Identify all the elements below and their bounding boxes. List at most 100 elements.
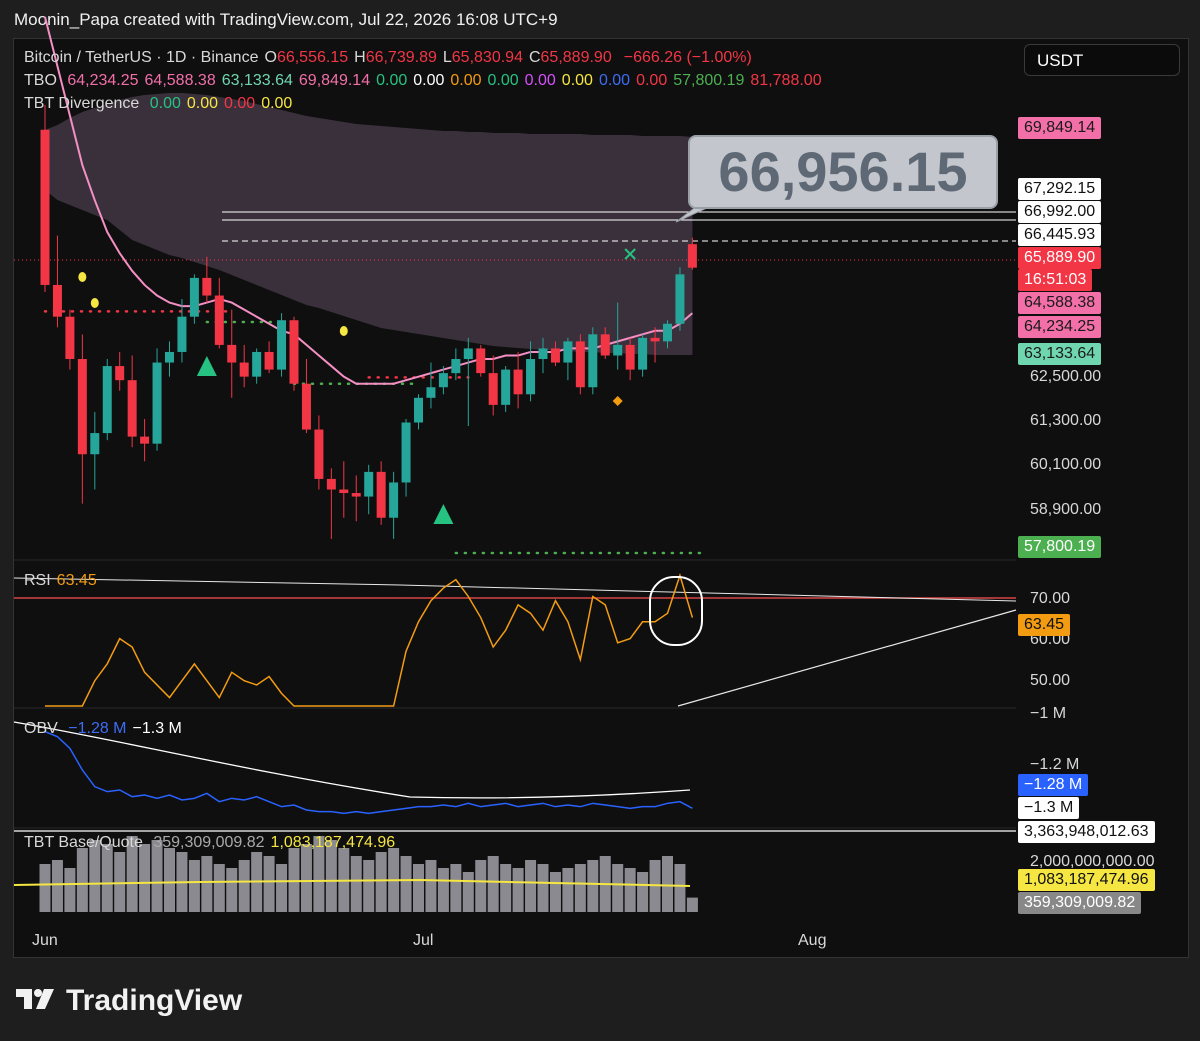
candle-24 <box>339 461 349 518</box>
candle-16 <box>239 344 249 388</box>
bq-bar-25 <box>350 856 362 912</box>
price-axis-label-2: 60,100.00 <box>1030 456 1102 473</box>
bq-tag-1: 1,083,187,474.96 <box>1018 869 1155 891</box>
price-tag-0: 69,849.14 <box>1018 117 1102 139</box>
tbo-label[interactable]: TBO <box>24 72 57 89</box>
bq-bar-38 <box>512 868 524 912</box>
bq-bar-15 <box>226 868 238 912</box>
tbo-value-10: 0.00 <box>598 72 631 89</box>
tbo-value-0: 64,234.25 <box>67 72 139 89</box>
candle-28 <box>389 471 399 539</box>
candle-18 <box>264 341 274 374</box>
candle-37 <box>501 366 511 412</box>
candle-20 <box>289 316 299 391</box>
rsi-trendline-bottom <box>677 609 1017 707</box>
rsi-value: 63.45 <box>56 572 97 589</box>
bq-bar-2 <box>64 868 76 912</box>
rsi-label[interactable]: RSI <box>24 572 51 589</box>
candle-22 <box>314 415 324 490</box>
tbt-divergence-value-3: 0.00 <box>261 95 293 112</box>
change-value: −666.26 (−1.00%) <box>623 49 752 66</box>
bq-bar-47 <box>624 868 636 912</box>
bq-bar-1 <box>51 860 63 912</box>
tbo-value-11: 0.00 <box>636 72 668 89</box>
obv-value-0: −1.28 M <box>68 720 127 737</box>
bq-bar-43 <box>574 864 586 912</box>
tbt-bq-label[interactable]: TBT Base/Quote <box>24 834 143 851</box>
tbt-divergence-value-1: 0.00 <box>186 95 219 112</box>
candle-29 <box>401 418 411 497</box>
legend-tbt-divergence-row: TBT Divergence 0.00 0.00 0.00 0.00 <box>24 95 298 113</box>
ohlc-value-L: 65,830.94 <box>451 49 523 66</box>
divergence-dot-1 <box>90 298 99 308</box>
bq-bar-20 <box>288 848 300 912</box>
tbt-bq-value-0: 359,309,009.82 <box>153 834 265 851</box>
symbol-label[interactable]: Bitcoin / TetherUS · 1D · Binance <box>24 49 258 66</box>
bq-bar-12 <box>188 860 200 912</box>
bq-bar-37 <box>500 864 512 912</box>
ohlc-key-H: H <box>354 49 366 66</box>
bq-tag-0: 3,363,948,012.63 <box>1018 821 1155 843</box>
obv-line <box>44 730 693 815</box>
price-tag-7: 64,234.25 <box>1018 316 1102 338</box>
currency-button[interactable]: USDT <box>1024 44 1180 76</box>
candle-43 <box>575 334 585 395</box>
price-tag-8: 63,133.64 <box>1018 343 1102 365</box>
obv-axis-label-0: −1 M <box>1030 705 1067 722</box>
obv-label[interactable]: OBV <box>24 720 58 737</box>
buy-signal-triangle-1 <box>433 504 454 524</box>
candle-38 <box>513 351 523 409</box>
legend-symbol-row: Bitcoin / TetherUS · 1D · Binance O66,556… <box>24 49 758 67</box>
legend-rsi-row: RSI 63.45 <box>24 572 103 590</box>
candle-25 <box>351 475 361 522</box>
divergence-dot-0 <box>78 272 87 282</box>
candle-48 <box>638 334 648 377</box>
candle-39 <box>526 341 536 402</box>
bq-bar-3 <box>76 848 88 912</box>
tradingview-logo-icon <box>16 985 60 1019</box>
tbo-value-12: 57,800.19 <box>673 72 745 89</box>
bq-bar-0 <box>39 864 51 912</box>
candle-23 <box>326 468 336 539</box>
candle-19 <box>277 313 287 377</box>
tbt-divergence-label[interactable]: TBT Divergence <box>24 95 139 112</box>
bq-bar-31 <box>425 860 437 912</box>
obv-value-1: −1.3 M <box>132 720 182 737</box>
tbo-value-6: 0.00 <box>450 72 482 89</box>
bq-bar-40 <box>537 864 549 912</box>
candle-31 <box>426 362 436 409</box>
candle-44 <box>588 327 598 395</box>
bq-bar-13 <box>201 856 213 912</box>
ohlc-value-O: 66,556.15 <box>276 49 349 66</box>
footer-brand-text: TradingView <box>66 984 243 1017</box>
tbo-value-2: 63,133.64 <box>221 72 293 89</box>
ohlc-key-L: L <box>442 49 452 66</box>
tbo-value-1: 64,588.38 <box>144 72 216 89</box>
obv-tag-1: −1.3 M <box>1018 797 1080 819</box>
price-tag-5: 16:51:03 <box>1018 269 1093 291</box>
price-tag-6: 64,588.38 <box>1018 292 1102 314</box>
legend-obv-row: OBV −1.28 M −1.3 M <box>24 720 188 738</box>
candle-9 <box>152 348 162 451</box>
bq-bar-51 <box>674 864 686 912</box>
rsi-axis-70: 70.00 <box>1030 590 1071 607</box>
ohlc-value-C: 65,889.90 <box>540 49 612 66</box>
price-tag-2: 66,992.00 <box>1018 201 1102 223</box>
candle-42 <box>563 337 573 381</box>
ohlc-key-O: O <box>264 49 277 66</box>
bq-bar-5 <box>101 844 113 912</box>
candle-0 <box>40 105 50 293</box>
candle-4 <box>90 411 100 490</box>
bq-bar-41 <box>549 872 561 912</box>
candle-2 <box>65 309 75 370</box>
candle-8 <box>140 418 150 462</box>
candle-30 <box>414 394 423 430</box>
bq-bar-14 <box>213 864 225 912</box>
bq-bar-48 <box>637 872 649 912</box>
bq-bar-30 <box>413 864 424 912</box>
candle-6 <box>115 351 125 391</box>
price-tag-3: 66,445.93 <box>1018 224 1102 246</box>
candle-10 <box>165 341 174 377</box>
bq-bar-10 <box>164 848 175 912</box>
tbo-value-9: 0.00 <box>561 72 593 89</box>
